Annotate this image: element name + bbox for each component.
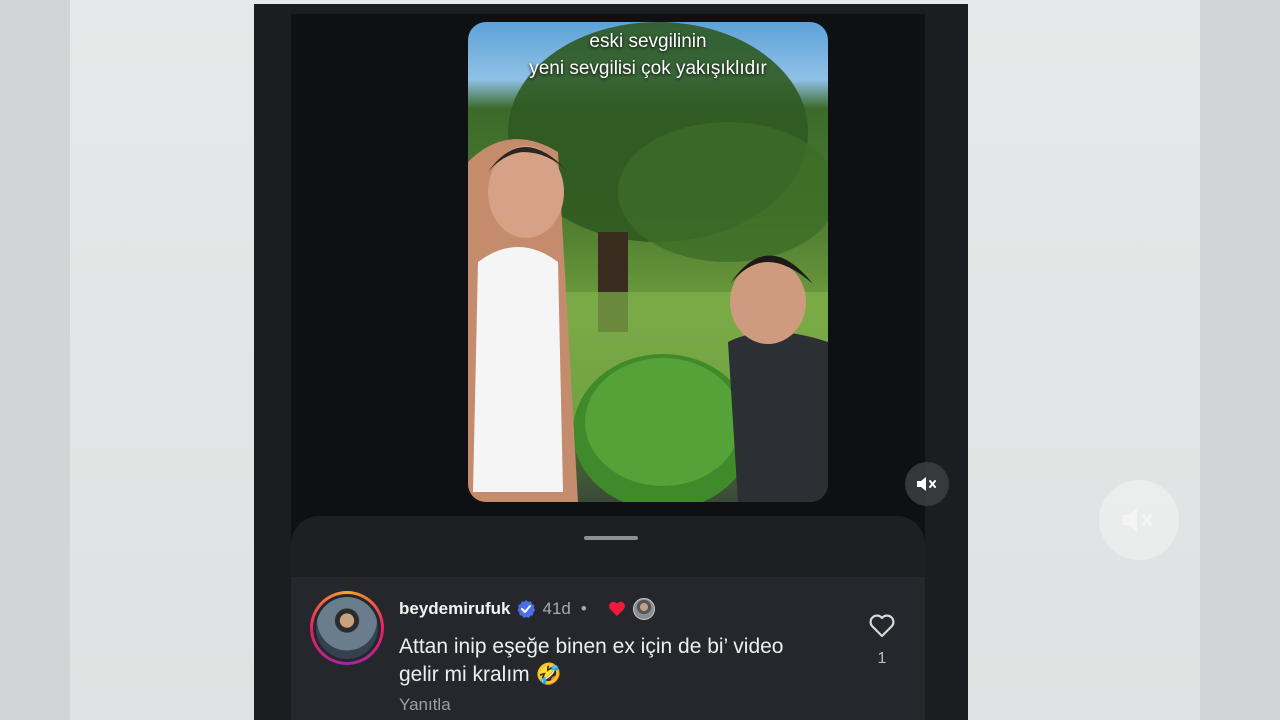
comment-username[interactable]: beydemirufuk (399, 599, 510, 619)
phone-screen: eski sevgilinin yeni sevgilisi çok yakış… (254, 4, 968, 720)
video-caption: eski sevgilinin yeni sevgilisi çok yakış… (468, 28, 828, 82)
video-scene (468, 22, 828, 502)
muted-speaker-icon (1123, 508, 1153, 532)
background-mute-button[interactable] (1099, 480, 1179, 560)
like-count: 1 (877, 650, 887, 667)
avatar[interactable] (316, 597, 378, 659)
comment-age: 41d (542, 599, 571, 618)
reply-button[interactable]: Yanıtla (399, 695, 451, 715)
meta-separator: • (580, 599, 587, 618)
comment-text: Attan inip eşeğe binen ex için de bi’ vi… (399, 635, 784, 686)
sheet-drag-handle[interactable] (584, 536, 638, 540)
verified-badge-icon (517, 600, 536, 618)
caption-line-2: yeni sevgilisi çok yakışıklıdır (529, 58, 767, 79)
comments-sheet[interactable] (291, 516, 925, 578)
reel-video[interactable]: eski sevgilinin yeni sevgilisi çok yakış… (468, 22, 828, 502)
comment-header: beydemirufuk 41d • (399, 597, 655, 621)
muted-speaker-icon (917, 477, 936, 491)
background-right-band (1200, 0, 1280, 720)
caption-line-1: eski sevgilinin (589, 31, 707, 52)
heart-outline-icon[interactable] (868, 613, 896, 639)
mute-button[interactable] (905, 462, 949, 506)
reel-area: eski sevgilinin yeni sevgilisi çok yakış… (291, 14, 949, 574)
avatar-story-ring[interactable] (310, 591, 384, 665)
red-heart-icon (608, 601, 625, 616)
background-left-band (0, 0, 70, 720)
creator-liked-avatar (632, 598, 655, 620)
comment-item: beydemirufuk 41d • Attan inip eşeğe bine… (291, 577, 925, 720)
like-control: 1 (868, 613, 896, 668)
